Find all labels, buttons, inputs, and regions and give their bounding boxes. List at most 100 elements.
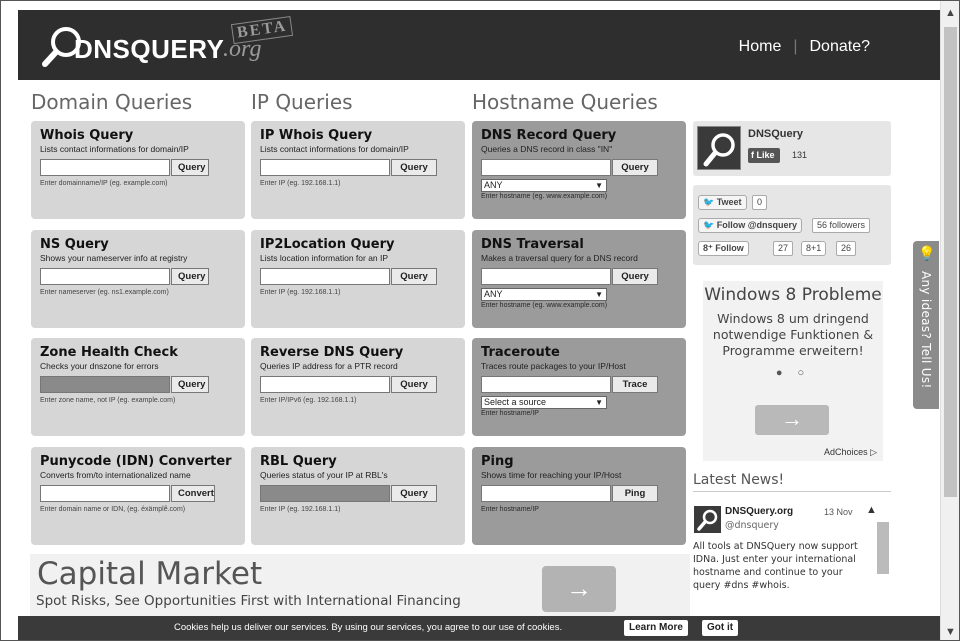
ping-box: Ping Shows time for reaching your IP/Hos… [472,447,686,545]
chevron-down-icon: ▼ [595,398,603,407]
follow-twitter-button[interactable]: 🐦 Follow @dnsquery [698,218,802,233]
gplus-one-button[interactable]: 8+1 [801,241,827,256]
whois-query-button[interactable]: Query [171,159,209,176]
facebook-page-name[interactable]: DNSQuery [748,128,803,140]
tweet-author[interactable]: DNSQuery.org [725,506,793,517]
rbl-input[interactable] [260,485,390,502]
twitter-icon: 🐦 [703,197,717,207]
gplus-follow-count: 27 [773,241,794,256]
latest-news: Latest News! DNSQuery.org @dnsquery 13 N… [693,472,891,612]
rbl-query-box: RBL Query Queries status of your IP at R… [251,447,465,545]
box-hint: Enter zone name, not IP (eg. example.com… [40,397,176,404]
ns-query-button[interactable]: Query [171,268,209,285]
ad-title: Windows 8 Probleme [704,285,882,305]
box-desc: Lists contact informations for domain/IP [260,144,409,154]
convert-button[interactable]: Convert [171,485,215,502]
box-title: IP2Location Query [260,237,395,252]
dns-traversal-box: DNS Traversal Makes a traversal query fo… [472,230,686,328]
feedback-text: Any ideas? Tell Us! [919,271,933,389]
ad-arrow-button[interactable]: → [755,405,829,435]
source-select[interactable]: Select a source ▼ [481,396,607,409]
dns-traversal-query-button[interactable]: Query [612,268,658,285]
trace-button[interactable]: Trace [612,376,658,393]
whois-input[interactable] [40,159,170,176]
like-label: Like [756,150,775,160]
got-it-button[interactable]: Got it [702,620,739,636]
gplus-follow-button[interactable]: 8⁺ Follow [698,241,749,256]
ip2location-box: IP2Location Query Lists location informa… [251,230,465,328]
zone-query-button[interactable]: Query [171,376,209,393]
page-avatar[interactable] [697,126,741,170]
scroll-up-icon[interactable]: ▲ [945,7,956,19]
tweet-avatar[interactable] [694,506,721,533]
reverse-dns-box: Reverse DNS Query Queries IP address for… [251,338,465,436]
box-hint: Enter IP (eg. 192.168.1.1) [260,180,341,187]
ad-pager[interactable]: ● ○ [703,367,883,379]
box-desc: Shows time for reaching your IP/Host [481,470,622,480]
ip-whois-box: IP Whois Query Lists contact information… [251,121,465,219]
learn-more-button[interactable]: Learn More [624,620,688,636]
box-title: Ping [481,454,514,469]
ip-whois-query-button[interactable]: Query [391,159,437,176]
box-title: RBL Query [260,454,337,469]
nav-home[interactable]: Home [739,38,782,55]
ns-input[interactable] [40,268,170,285]
domain-queries-title: Domain Queries [31,90,193,114]
box-desc: Makes a traversal query for a DNS record [481,253,638,263]
record-type-select[interactable]: ANY ▼ [481,179,607,192]
punycode-input[interactable] [40,485,170,502]
scroll-down-icon[interactable]: ▼ [945,626,956,638]
tweet-button[interactable]: 🐦 Tweet [698,195,747,210]
feedback-tab[interactable]: 💡 Any ideas? Tell Us! [913,241,939,409]
page-scrollbar[interactable]: ▲ ▼ [940,1,959,640]
zone-input[interactable] [40,376,170,393]
chevron-up-icon[interactable]: ▲ [866,504,877,516]
tweet-label: Tweet [716,197,742,207]
ping-input[interactable] [481,485,611,502]
tweet-date[interactable]: 13 Nov [824,507,853,517]
banner-headline: Capital Market [37,556,263,592]
site-logo[interactable]: DNSQUERY .org BETA [40,15,294,72]
traversal-type-select[interactable]: ANY ▼ [481,288,607,301]
magnifier-icon [703,133,735,167]
dns-traversal-input[interactable] [481,268,611,285]
box-hint: Enter domain name or IDN, (eg. éxämplê.c… [40,506,186,513]
box-hint: Enter IP/IPv6 (eg. 192.168.1.1) [260,397,357,404]
ping-button[interactable]: Ping [612,485,658,502]
ip2location-input[interactable] [260,268,390,285]
tweet-handle[interactable]: @dnsquery [725,520,779,531]
dns-record-input[interactable] [481,159,611,176]
facebook-like-button[interactable]: f Like [748,148,780,163]
traceroute-input[interactable] [481,376,611,393]
reverse-dns-input[interactable] [260,376,390,393]
box-desc: Lists contact informations for domain/IP [40,144,189,154]
box-title: DNS Traversal [481,237,584,252]
chevron-down-icon: ▼ [595,290,603,299]
ip2location-query-button[interactable]: Query [391,268,437,285]
lightbulb-icon: 💡 [918,245,936,261]
scrollbar-thumb[interactable] [944,27,957,497]
reverse-dns-query-button[interactable]: Query [391,376,437,393]
facebook-card: DNSQuery f Like 131 [693,121,891,176]
box-hint: Enter nameserver (eg. ns1.example.com) [40,289,169,296]
banner-arrow-button[interactable]: → [542,566,616,612]
google-plus-icon: 8⁺ [703,243,716,253]
logo-text: DNSQUERY [74,34,225,64]
social-buttons: 🐦 Tweet 0 🐦 Follow @dnsquery 56 follower… [693,185,891,265]
cookie-message: Cookies help us deliver our services. By… [174,622,563,633]
traversal-type-value: ANY [484,289,503,299]
adchoices-link[interactable]: AdChoices ▷ [824,447,877,458]
box-desc: Queries a DNS record in class "IN" [481,144,613,154]
box-title: IP Whois Query [260,128,373,143]
like-count: 131 [792,150,808,160]
box-hint: Enter IP (eg. 192.168.1.1) [260,506,341,513]
nav-donate[interactable]: Donate? [810,38,871,55]
twitter-icon: 🐦 [703,220,717,230]
banner-ad[interactable]: Capital Market Spot Risks, See Opportuni… [30,554,690,624]
dns-record-query-button[interactable]: Query [612,159,658,176]
box-hint: Enter hostname (eg. www.example.com) [481,193,608,200]
rbl-query-button[interactable]: Query [391,485,437,502]
news-scrollbar[interactable] [877,522,889,574]
sidebar-ad[interactable]: Windows 8 Probleme Windows 8 um dringend… [703,281,883,461]
ip-whois-input[interactable] [260,159,390,176]
